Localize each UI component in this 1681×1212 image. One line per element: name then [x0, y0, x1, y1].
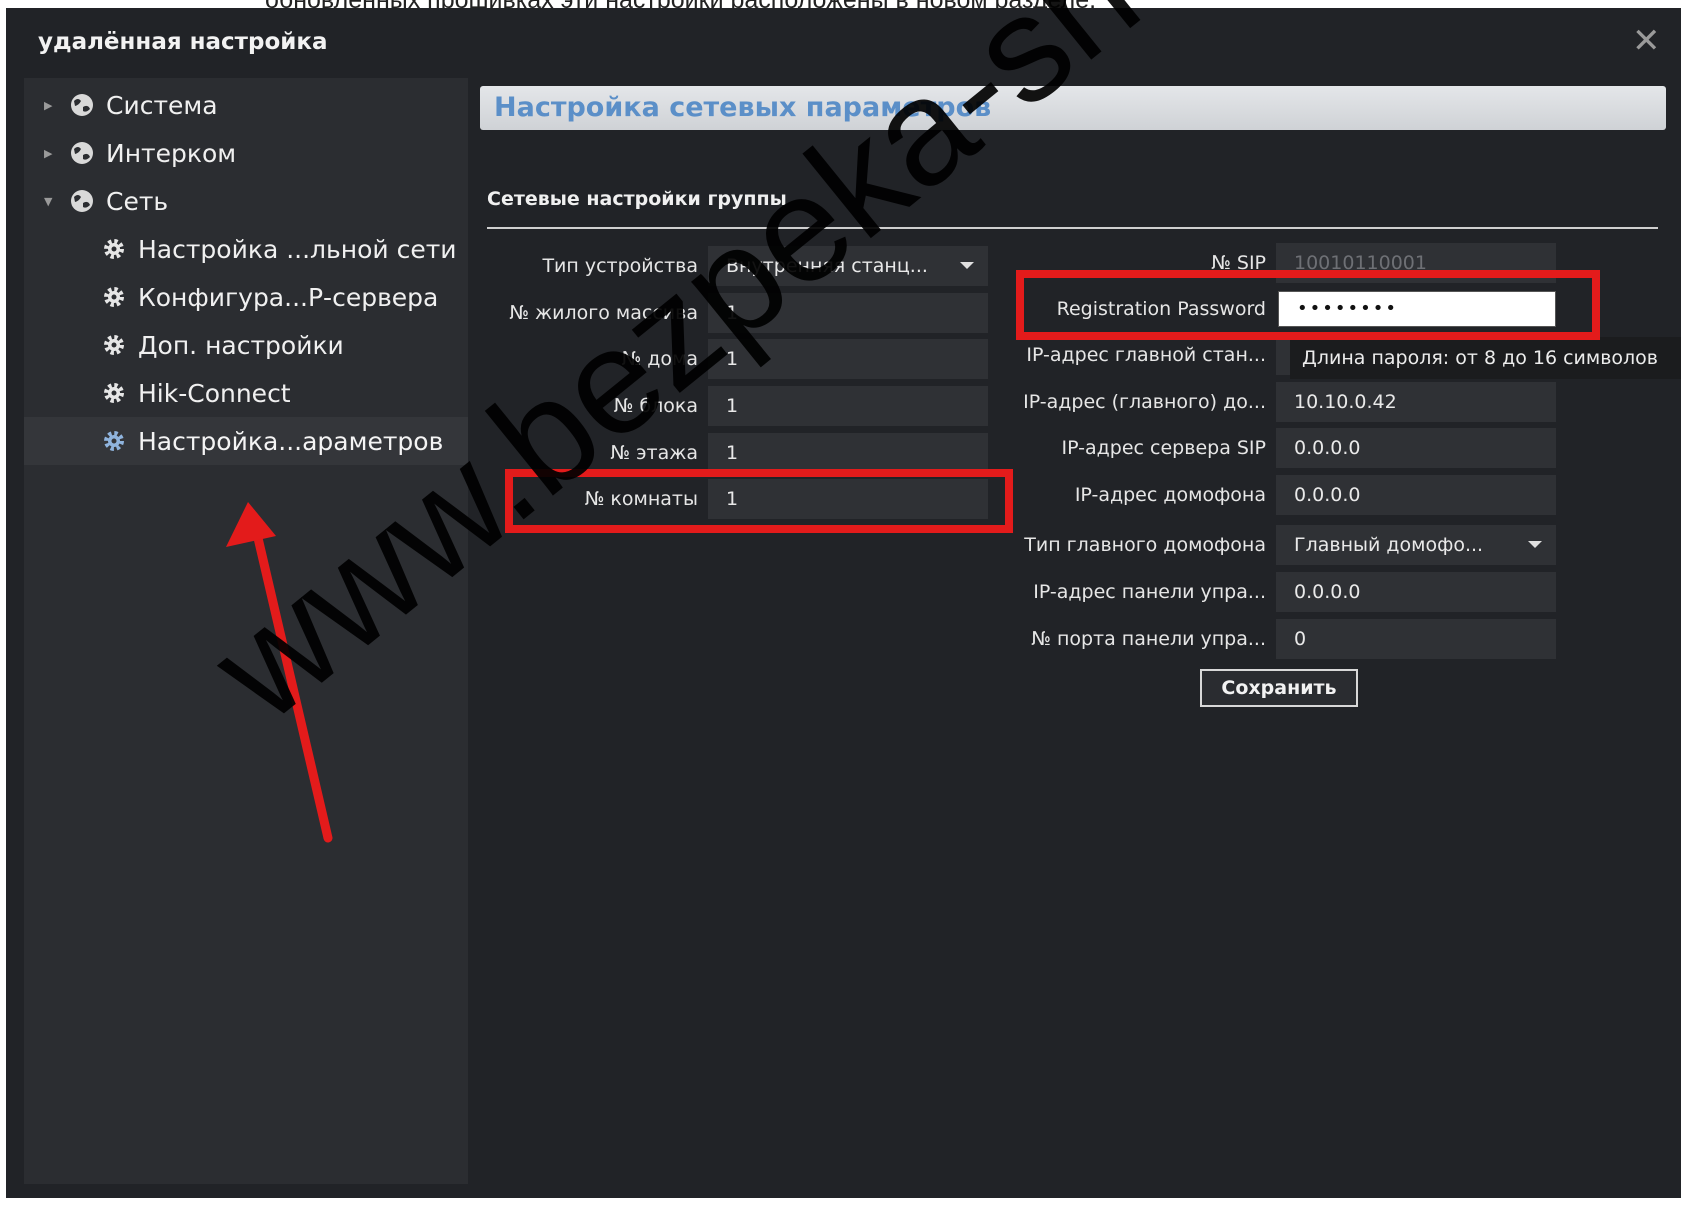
- arrow-shaft: [253, 533, 333, 843]
- arrow-head-icon: [226, 502, 276, 547]
- annotation-arrow: [226, 502, 333, 843]
